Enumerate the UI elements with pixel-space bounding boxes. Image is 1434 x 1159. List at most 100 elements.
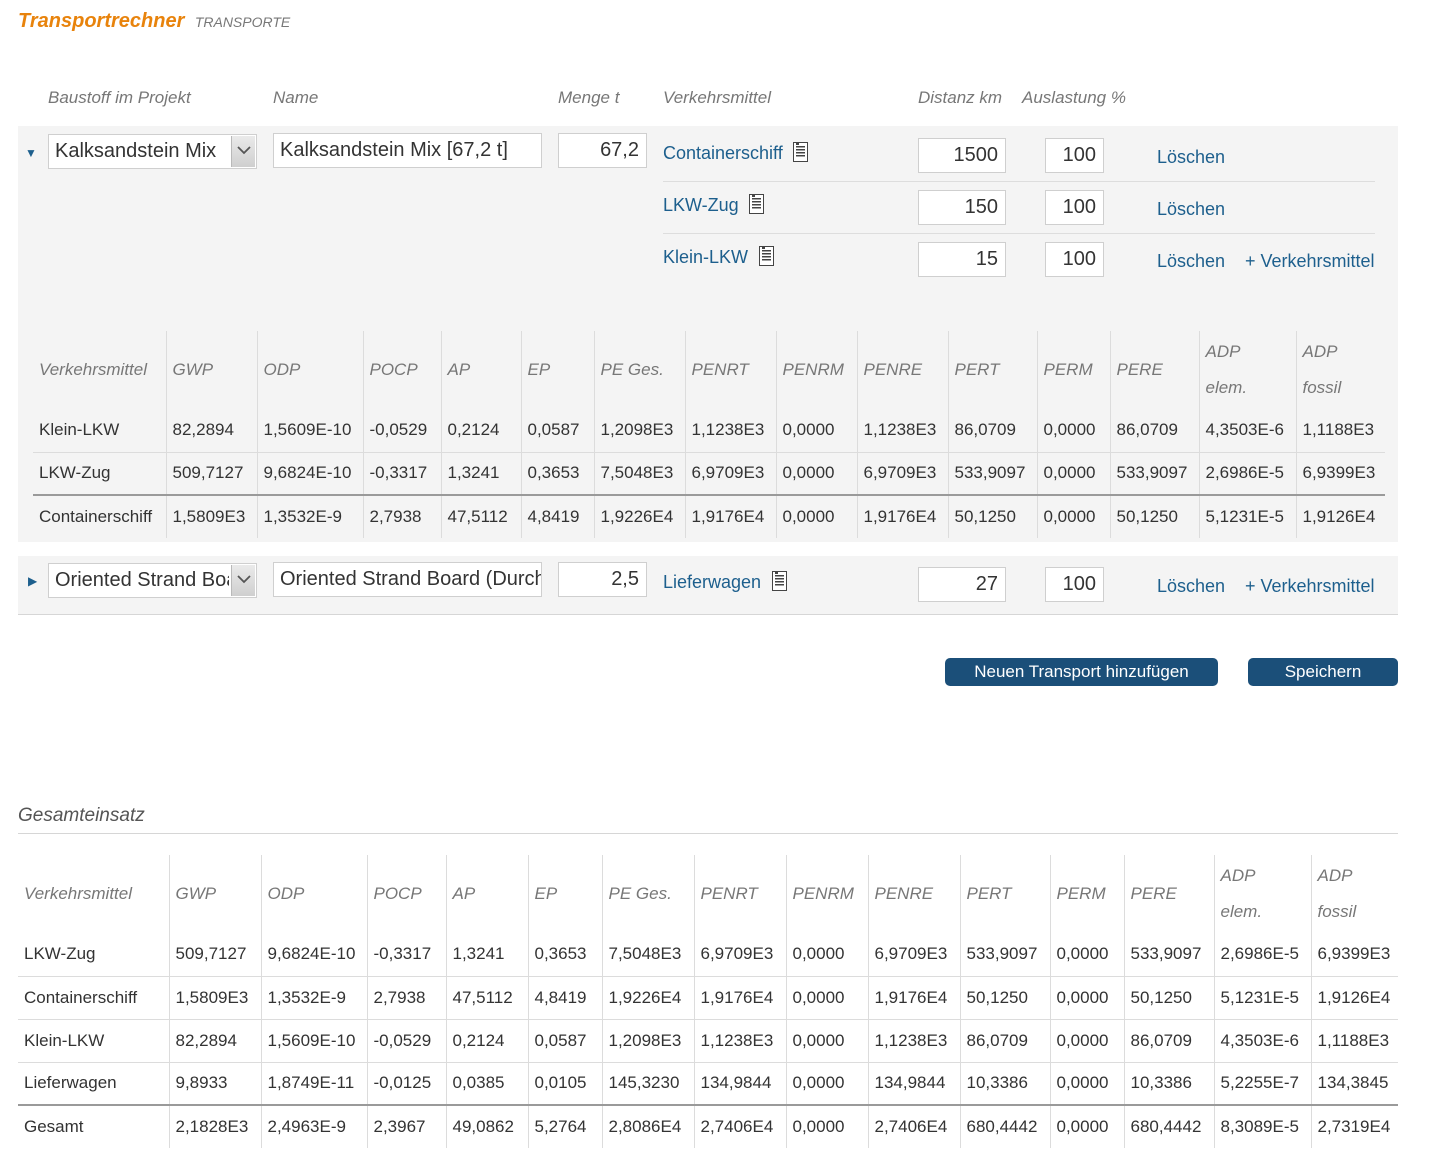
mode-link-lkw-zug[interactable]: LKW-Zug (663, 195, 739, 216)
document-icon[interactable] (772, 571, 787, 591)
table-cell: 6,9709E3 (856, 451, 948, 495)
transport-results-table: Verkehrsmittel GWP ODP POCP AP EP PE Ges. PENRT… (33, 331, 1385, 538)
table-cell: Lieferwagen (18, 1061, 169, 1105)
table-cell: 2,7938 (362, 494, 441, 538)
table-cell: 0,0000 (785, 1061, 868, 1105)
delete-link-klein-lkw[interactable]: Löschen (1157, 251, 1225, 272)
table-row: Containerschiff 1,5809E3 1,3532E-9 2,7938 47… (33, 494, 1385, 538)
table-cell: 1,1238E3 (684, 409, 776, 452)
table-cell: 1,1238E3 (856, 409, 948, 452)
table-cell: 10,3386 (1123, 1061, 1214, 1105)
column-header: PENRT (693, 855, 786, 933)
baustoff-select-1[interactable]: Kalksandstein Mix (48, 134, 257, 169)
add-transport-button[interactable]: Neuen Transport hinzufügen (945, 658, 1218, 686)
distanz-input-lieferwagen[interactable]: 27 (918, 567, 1006, 602)
table-cell: 1,3241 (445, 933, 528, 976)
table-cell: 1,9126E4 (1295, 494, 1385, 538)
expand-caret-icon[interactable]: ▶ (28, 575, 37, 587)
table-cell: 0,2124 (440, 409, 521, 452)
column-header: AP (445, 855, 528, 933)
transport-name-input-2[interactable]: Oriented Strand Board (Durchschnitt DE) (273, 562, 542, 597)
table-cell: 0,0000 (1036, 409, 1110, 452)
menge-input-1[interactable]: 67,2 (558, 133, 647, 168)
table-cell: 6,9709E3 (867, 933, 960, 976)
distanz-input-containerschiff[interactable]: 1500 (918, 138, 1006, 173)
table-cell: LKW-Zug (33, 451, 166, 495)
table-cell: 680,4442 (1123, 1104, 1214, 1148)
header-name: Name (273, 88, 319, 107)
table-cell: 0,0000 (1049, 1061, 1124, 1105)
table-cell: 49,0862 (445, 1104, 528, 1148)
delete-link-lkw-zug[interactable]: Löschen (1157, 199, 1225, 220)
table-cell: Containerschiff (18, 975, 169, 1019)
header-menge: Menge t (558, 88, 620, 107)
table-cell: 0,0000 (775, 494, 857, 538)
table-cell: -0,0125 (366, 1061, 446, 1105)
table-cell: 0,0587 (527, 1018, 602, 1062)
table-cell: 9,6824E-10 (260, 933, 367, 976)
column-header-line: fossil (1302, 378, 1342, 397)
table-cell: 5,2255E-7 (1213, 1061, 1311, 1105)
delete-link-lieferwagen[interactable]: Löschen (1157, 576, 1225, 597)
table-cell: 1,9176E4 (867, 975, 960, 1019)
auslastung-input-containerschiff[interactable]: 100 (1045, 138, 1104, 173)
table-row: Containerschiff 1,5809E3 1,3532E-9 2,7938 47… (18, 975, 1398, 1019)
delete-link-containerschiff[interactable]: Löschen (1157, 147, 1225, 168)
table-cell: 1,1238E3 (867, 1018, 960, 1062)
table-cell: 6,9399E3 (1295, 451, 1385, 495)
mode-link-lieferwagen[interactable]: Lieferwagen (663, 572, 761, 593)
table-cell: 1,8749E-11 (260, 1061, 367, 1105)
document-icon[interactable] (749, 194, 764, 214)
column-header: PENRM (785, 855, 868, 933)
table-cell: 0,3653 (520, 451, 594, 495)
menge-input-2[interactable]: 2,5 (558, 562, 647, 597)
table-cell: 1,9226E4 (593, 494, 685, 538)
column-header: PERT (959, 855, 1050, 933)
document-icon[interactable] (759, 246, 774, 266)
table-total-row: Gesamt 2,1828E3 2,4963E-9 2,3967 49,0862 5,27… (18, 1104, 1398, 1148)
page-header: Transportrechner TRANSPORTE (18, 10, 290, 33)
transport-name-input-1[interactable]: Kalksandstein Mix [67,2 t] (273, 133, 542, 168)
table-cell: 1,1188E3 (1310, 1018, 1398, 1062)
column-header: PENRE (867, 855, 960, 933)
distanz-input-lkw-zug[interactable]: 150 (918, 190, 1006, 225)
column-header: GWP (165, 331, 257, 409)
header-auslastung: Auslastung % (1022, 88, 1126, 107)
column-header-line: ADP (1220, 866, 1256, 885)
mode-link-containerschiff[interactable]: Containerschiff (663, 143, 783, 164)
table-cell: 2,7406E4 (693, 1104, 786, 1148)
save-button[interactable]: Speichern (1248, 658, 1398, 686)
table-cell: 0,0000 (775, 451, 857, 495)
table-cell: Klein-LKW (39, 420, 120, 440)
table-cell: 1,9176E4 (693, 975, 786, 1019)
column-header-line: ADP (1317, 866, 1353, 885)
baustoff-select-value: Oriented Strand Board (Durchschnitt DE) (55, 569, 229, 591)
auslastung-input-klein-lkw[interactable]: 100 (1045, 242, 1104, 277)
table-cell: 82,2894 (168, 1018, 261, 1062)
table-cell: 2,4963E-9 (260, 1104, 367, 1148)
header-verkehrsmittel: Verkehrsmittel (663, 88, 772, 107)
add-verkehrsmittel-link-1[interactable]: + Verkehrsmittel (1245, 251, 1375, 272)
mode-link-klein-lkw[interactable]: Klein-LKW (663, 247, 748, 268)
column-header-line: ADP (1302, 342, 1338, 361)
table-row: LKW-Zug 509,7127 9,6824E-10 -0,3317 1,3241 0,… (18, 933, 1398, 976)
collapse-caret-icon[interactable]: ▼ (25, 147, 37, 159)
chevron-down-icon[interactable] (231, 136, 255, 167)
table-cell: 2,6986E-5 (1213, 933, 1311, 976)
table-cell: 4,3503E-6 (1213, 1018, 1311, 1062)
distanz-input-klein-lkw[interactable]: 15 (918, 242, 1006, 277)
table-cell: 7,5048E3 (601, 933, 694, 976)
add-verkehrsmittel-link-2[interactable]: + Verkehrsmittel (1245, 576, 1375, 597)
chevron-down-icon[interactable] (231, 565, 255, 596)
table-cell: 82,2894 (165, 409, 257, 452)
auslastung-input-lieferwagen[interactable]: 100 (1045, 567, 1104, 602)
document-icon[interactable] (793, 142, 808, 162)
baustoff-select-2[interactable]: Oriented Strand Board (Durchschnitt DE) (48, 563, 257, 598)
column-header: PERM (1049, 855, 1124, 933)
table-cell: 2,7319E4 (1310, 1104, 1398, 1148)
auslastung-input-lkw-zug[interactable]: 100 (1045, 190, 1104, 225)
section-title-gesamteinsatz: Gesamteinsatz (18, 805, 145, 826)
table-cell: 2,7938 (366, 975, 446, 1019)
table-cell: 1,3532E-9 (256, 494, 363, 538)
table-cell: 5,1231E-5 (1213, 975, 1311, 1019)
